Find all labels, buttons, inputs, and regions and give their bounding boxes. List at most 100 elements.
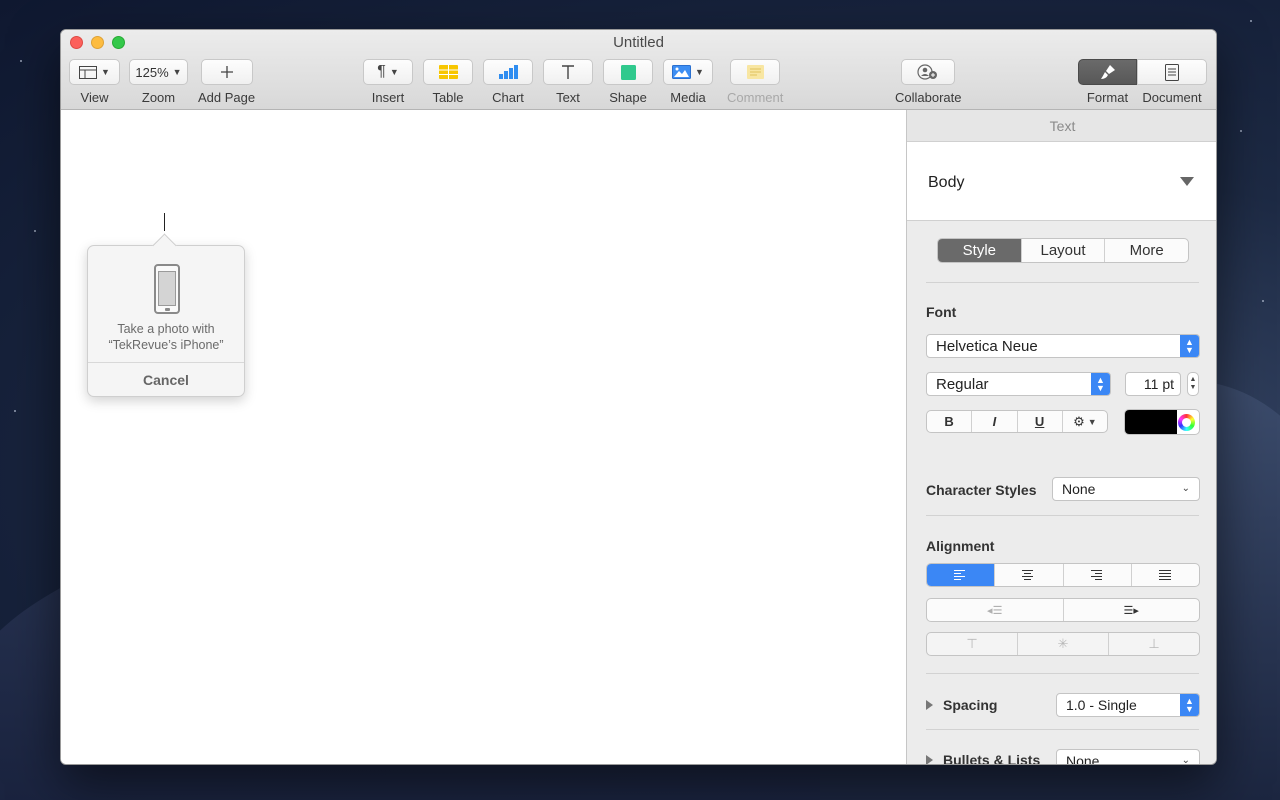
tab-more[interactable]: More xyxy=(1105,239,1188,262)
pages-window: Untitled ▼ View 125% ▼ Zoom Add Page ¶ ▼… xyxy=(60,29,1217,765)
shape-label: Shape xyxy=(609,90,647,105)
vertical-alignment-buttons: ⊤ ✳ ⊥ xyxy=(926,632,1200,656)
pilcrow-icon: ¶ xyxy=(377,63,386,80)
spacing-popup[interactable]: 1.0 - Single ▲ ▼ xyxy=(1056,693,1200,717)
toolbar-table[interactable]: Table xyxy=(423,59,473,105)
align-center-button[interactable] xyxy=(995,564,1064,586)
align-center-icon xyxy=(1022,568,1035,582)
toolbar-media[interactable]: ▼ Media xyxy=(663,59,713,105)
text-box-button[interactable] xyxy=(543,59,593,85)
tab-layout[interactable]: Layout xyxy=(1022,239,1106,262)
increase-indent-button[interactable]: ☰▸ xyxy=(1064,599,1200,621)
collaborate-button[interactable] xyxy=(901,59,956,85)
inspector-header: Text xyxy=(907,110,1216,142)
plus-icon xyxy=(220,66,233,78)
bar-chart-icon xyxy=(499,65,518,79)
font-family-popup[interactable]: Helvetica Neue ▲ ▼ xyxy=(926,334,1200,358)
toolbar-format[interactable]: Format xyxy=(1078,59,1137,105)
cancel-button[interactable]: Cancel xyxy=(88,364,244,396)
text-box-icon xyxy=(562,65,574,79)
table-button[interactable] xyxy=(423,59,473,85)
document-canvas[interactable]: Take a photo with “TekRevue’s iPhone” Ca… xyxy=(61,110,906,764)
toolbar-text[interactable]: Text xyxy=(543,59,593,105)
toolbar-document[interactable]: Document xyxy=(1137,59,1207,105)
text-label: Text xyxy=(556,90,580,105)
paragraph-style-name: Body xyxy=(928,174,965,191)
paintbrush-icon xyxy=(1100,65,1115,79)
font-style-buttons: B I U ⚙ ▼ xyxy=(926,410,1108,433)
add-page-label: Add Page xyxy=(198,90,256,105)
gear-icon: ⚙ xyxy=(1073,413,1085,429)
font-size-stepper[interactable]: ▲ ▼ xyxy=(1187,372,1199,396)
zoom-popup[interactable]: 125% ▼ xyxy=(129,59,188,85)
toolbar-shape[interactable]: Shape xyxy=(603,59,653,105)
toolbar-zoom[interactable]: 125% ▼ Zoom xyxy=(129,59,188,105)
toolbar-view[interactable]: ▼ View xyxy=(69,59,120,105)
chevron-down-icon: ⌄ xyxy=(1181,755,1190,765)
underline-button[interactable]: U xyxy=(1018,411,1063,432)
toolbar-insert[interactable]: ¶ ▼ Insert xyxy=(363,59,413,105)
shape-icon xyxy=(620,64,636,80)
advanced-options-button[interactable]: ⚙ ▼ xyxy=(1063,411,1107,432)
window-titlebar: Untitled ▼ View 125% ▼ Zoom Add Page ¶ ▼… xyxy=(61,30,1216,110)
align-right-button[interactable] xyxy=(1064,564,1132,586)
paragraph-style-selector[interactable]: Body xyxy=(907,142,1216,221)
text-color-well[interactable] xyxy=(1124,409,1200,435)
typeface-popup[interactable]: Regular ▲ ▼ xyxy=(926,372,1111,396)
inspector-tabs: Style Layout More xyxy=(937,238,1189,263)
toolbar-chart[interactable]: Chart xyxy=(483,59,533,105)
toolbar-comment[interactable]: Comment xyxy=(727,59,783,105)
sidebar-view-icon xyxy=(79,65,98,79)
chevron-down-icon: ▼ xyxy=(695,67,704,77)
add-page-button[interactable] xyxy=(200,59,253,85)
format-button[interactable] xyxy=(1078,59,1137,85)
insert-button[interactable]: ¶ ▼ xyxy=(363,59,413,85)
italic-button[interactable]: I xyxy=(972,411,1018,432)
justify-button[interactable] xyxy=(1132,564,1199,586)
comment-button[interactable] xyxy=(730,59,781,85)
disclosure-triangle-icon[interactable] xyxy=(926,755,933,764)
media-label: Media xyxy=(670,90,706,105)
justify-icon xyxy=(1158,568,1172,582)
decrease-indent-button[interactable]: ◂☰ xyxy=(927,599,1064,621)
color-swatch[interactable] xyxy=(1125,410,1177,434)
color-wheel-icon[interactable] xyxy=(1178,414,1195,431)
align-left-button[interactable] xyxy=(927,564,996,586)
font-section-label: Font xyxy=(926,304,957,320)
bold-button[interactable]: B xyxy=(927,411,973,432)
tab-style[interactable]: Style xyxy=(938,239,1022,262)
popover-divider xyxy=(88,362,244,363)
alignment-buttons xyxy=(926,563,1200,587)
character-styles-popup[interactable]: None ⌄ xyxy=(1052,477,1200,501)
document-button[interactable] xyxy=(1137,59,1207,85)
divider xyxy=(926,515,1199,516)
iphone-icon xyxy=(154,264,180,314)
chart-button[interactable] xyxy=(483,59,533,85)
collaborate-label: Collaborate xyxy=(895,90,962,105)
media-button[interactable]: ▼ xyxy=(663,59,713,85)
disclosure-triangle-icon[interactable] xyxy=(926,700,933,710)
indent-buttons: ◂☰ ☰▸ xyxy=(926,598,1200,622)
window-title: Untitled xyxy=(613,34,664,51)
align-right-icon xyxy=(1090,568,1104,582)
bullets-lists-label[interactable]: Bullets & Lists xyxy=(943,752,1040,764)
up-down-arrows-icon: ▲ ▼ xyxy=(1180,335,1199,357)
text-insertion-cursor xyxy=(164,213,165,231)
align-top-icon: ⊤ xyxy=(966,636,978,651)
align-middle-button[interactable]: ✳ xyxy=(1018,633,1109,655)
align-top-button[interactable]: ⊤ xyxy=(927,633,1018,655)
font-size-field[interactable]: 11 pt xyxy=(1125,372,1181,396)
disclosure-arrow-icon[interactable] xyxy=(1180,177,1194,186)
bullets-lists-popup[interactable]: None ⌄ xyxy=(1056,749,1200,765)
table-label: Table xyxy=(432,90,464,105)
table-icon xyxy=(438,65,458,79)
popover-message: Take a photo with “TekRevue’s iPhone” xyxy=(108,322,224,352)
shape-button[interactable] xyxy=(603,59,653,85)
spacing-label[interactable]: Spacing xyxy=(943,697,997,713)
toolbar-collaborate[interactable]: Collaborate xyxy=(895,59,962,105)
align-bottom-button[interactable]: ⊥ xyxy=(1109,633,1199,655)
toolbar-add-page[interactable]: Add Page xyxy=(198,59,255,105)
view-button[interactable]: ▼ xyxy=(69,59,120,85)
continuity-camera-popover: Take a photo with “TekRevue’s iPhone” Ca… xyxy=(87,245,245,397)
chevron-down-icon: ⌄ xyxy=(1181,483,1190,494)
